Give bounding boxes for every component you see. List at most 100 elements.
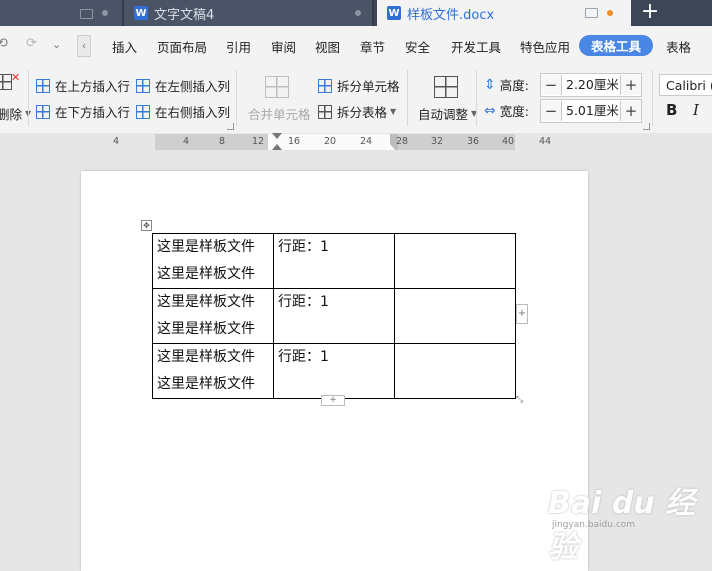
split-cells-button[interactable]: 拆分单元格 xyxy=(318,76,400,95)
watermark-url: jingyan.baidu.com xyxy=(552,520,636,530)
insert-column-right-icon xyxy=(136,104,150,119)
menu-security[interactable]: 安全 xyxy=(405,37,430,56)
group-launcher-icon[interactable] xyxy=(643,123,650,130)
decrease-height-button[interactable]: − xyxy=(541,75,561,95)
table-cell[interactable] xyxy=(394,343,516,399)
menu-insert[interactable]: 插入 xyxy=(112,37,137,56)
tab-label: 文字文稿4 xyxy=(154,7,215,23)
split-table-label: 拆分表格 xyxy=(337,105,388,120)
split-table-button[interactable]: 拆分表格 ▼ xyxy=(318,102,396,121)
table-row: 这里是样板文件 这里是样板文件 行距：1 xyxy=(152,288,516,344)
tab-status-dot xyxy=(355,10,361,16)
insert-column-left-button[interactable]: 在左侧插入列 xyxy=(136,76,230,95)
increase-width-button[interactable]: + xyxy=(621,101,641,121)
menu-section[interactable]: 章节 xyxy=(360,37,385,56)
table-cell[interactable] xyxy=(394,233,516,289)
column-width-label: ⇔ 宽度: xyxy=(484,102,529,120)
insert-column-right-button[interactable]: 在右侧插入列 xyxy=(136,102,230,121)
baidu-jingyan-watermark: Bai du 经验 jingyan.baidu.com xyxy=(548,478,712,566)
menu-view[interactable]: 视图 xyxy=(315,37,340,56)
bold-button[interactable]: B xyxy=(666,101,677,119)
auto-fit-button[interactable]: 自动调整 ▼ xyxy=(418,104,477,123)
tab-label: 样板文件.docx xyxy=(407,7,495,23)
monitor-icon[interactable] xyxy=(585,8,598,18)
insert-row-below-label: 在下方插入行 xyxy=(55,105,131,120)
row-height-stepper[interactable]: − 2.20厘米 + xyxy=(540,73,642,97)
first-line-indent-marker[interactable] xyxy=(272,133,282,139)
merge-cells-label: 合并单元格 xyxy=(248,107,311,122)
insert-column-right-label: 在右侧插入列 xyxy=(155,105,231,120)
tab-previous[interactable] xyxy=(0,0,122,26)
table-cell[interactable] xyxy=(394,288,516,344)
row-height-input[interactable]: 2.20厘米 xyxy=(561,75,621,95)
undo-icon[interactable]: ⟲ xyxy=(0,36,8,51)
menu-special-apps[interactable]: 特色应用 xyxy=(520,37,570,56)
font-name-select[interactable]: Calibri ( xyxy=(659,74,712,96)
tab-bar: W 文字文稿4 W 样板文件.docx + xyxy=(0,0,712,26)
insert-row-below-button[interactable]: 在下方插入行 xyxy=(36,102,130,121)
table-cell[interactable]: 行距：1 xyxy=(273,288,395,344)
italic-button[interactable]: I xyxy=(693,101,699,119)
delete-table-icon[interactable]: ✕ xyxy=(0,70,21,90)
menu-developer-tools[interactable]: 开发工具 xyxy=(451,37,501,56)
tab-document-4[interactable]: W 文字文稿4 xyxy=(124,0,372,26)
insert-row-above-label: 在上方插入行 xyxy=(55,79,131,94)
add-row-button[interactable]: + xyxy=(321,395,345,406)
column-width-icon: ⇔ xyxy=(484,102,496,119)
row-height-label: ⇕ 高度: xyxy=(484,76,529,94)
auto-fit-label: 自动调整 xyxy=(418,107,469,122)
monitor-icon[interactable] xyxy=(80,9,93,19)
delete-x-icon: ✕ xyxy=(11,70,21,84)
horizontal-ruler[interactable]: 4 4 8 12 16 20 24 28 32 36 40 44 xyxy=(0,133,712,151)
menu-table-tools[interactable]: 表格工具 xyxy=(579,35,653,56)
menu-bar: ⟲ ⟳ ⌄ ‹ 插入 页面布局 引用 审阅 视图 章节 安全 开发工具 特色应用… xyxy=(0,26,712,64)
split-cells-label: 拆分单元格 xyxy=(337,79,400,94)
menu-table-style[interactable]: 表格 xyxy=(666,37,691,56)
column-width-stepper[interactable]: − 5.01厘米 + xyxy=(540,99,642,123)
writer-doc-icon: W xyxy=(134,6,148,20)
menu-scroll-left-button[interactable]: ‹ xyxy=(77,35,91,57)
menu-references[interactable]: 引用 xyxy=(226,37,251,56)
auto-fit-icon xyxy=(434,76,458,98)
merge-cells-button[interactable]: 合并单元格 xyxy=(248,104,311,123)
writer-doc-icon: W xyxy=(387,6,401,20)
unsaved-dot xyxy=(607,10,613,16)
insert-column-left-icon xyxy=(136,78,150,93)
table-cell[interactable]: 这里是样板文件 这里是样板文件 xyxy=(152,233,274,289)
table-cell[interactable]: 行距：1 xyxy=(273,233,395,289)
menu-page-layout[interactable]: 页面布局 xyxy=(157,37,207,56)
add-column-button[interactable]: + xyxy=(516,304,528,324)
tab-template-file[interactable]: W 样板文件.docx xyxy=(377,0,631,26)
decrease-width-button[interactable]: − xyxy=(541,101,561,121)
insert-row-above-button[interactable]: 在上方插入行 xyxy=(36,76,130,95)
insert-column-left-label: 在左侧插入列 xyxy=(155,79,231,94)
table-cell[interactable]: 这里是样板文件 这里是样板文件 xyxy=(152,343,274,399)
delete-button[interactable]: 删除▼ xyxy=(0,104,31,123)
group-launcher-icon[interactable] xyxy=(227,123,234,130)
table-row: 这里是样板文件 这里是样板文件 行距：1 xyxy=(152,233,516,289)
insert-row-above-icon xyxy=(36,78,50,93)
tab-status-dot xyxy=(102,10,108,16)
table-move-handle-icon[interactable]: ✥ xyxy=(141,220,152,231)
column-width-input[interactable]: 5.01厘米 xyxy=(561,101,621,121)
table-resize-handle-icon[interactable]: ⤡ xyxy=(516,395,526,405)
hanging-indent-marker[interactable] xyxy=(272,144,282,150)
delete-label: 删除 xyxy=(0,107,23,122)
redo-icon[interactable]: ⟳ xyxy=(26,36,37,51)
quick-access-dropdown-icon[interactable]: ⌄ xyxy=(52,38,61,51)
merge-cells-icon xyxy=(265,76,289,98)
row-height-icon: ⇕ xyxy=(484,76,496,93)
table-cell[interactable]: 行距：1 xyxy=(273,343,395,399)
document-table: 这里是样板文件 这里是样板文件 行距：1 这里是样板文件 这里是样板文件 行距：… xyxy=(152,233,516,399)
ribbon: ✕ 删除▼ 在上方插入行 在下方插入行 在左侧插入列 在右侧插入列 合并单元格 … xyxy=(0,64,712,134)
chevron-down-icon: ▼ xyxy=(390,107,397,116)
insert-row-below-icon xyxy=(36,104,50,119)
split-cells-icon xyxy=(318,78,332,93)
split-table-icon xyxy=(318,104,332,119)
table-row: 这里是样板文件 这里是样板文件 行距：1 xyxy=(152,343,516,399)
table-cell[interactable]: 这里是样板文件 这里是样板文件 xyxy=(152,288,274,344)
menu-review[interactable]: 审阅 xyxy=(271,37,296,56)
new-tab-button[interactable]: + xyxy=(636,0,664,26)
increase-height-button[interactable]: + xyxy=(621,75,641,95)
right-indent-marker[interactable] xyxy=(385,144,395,150)
